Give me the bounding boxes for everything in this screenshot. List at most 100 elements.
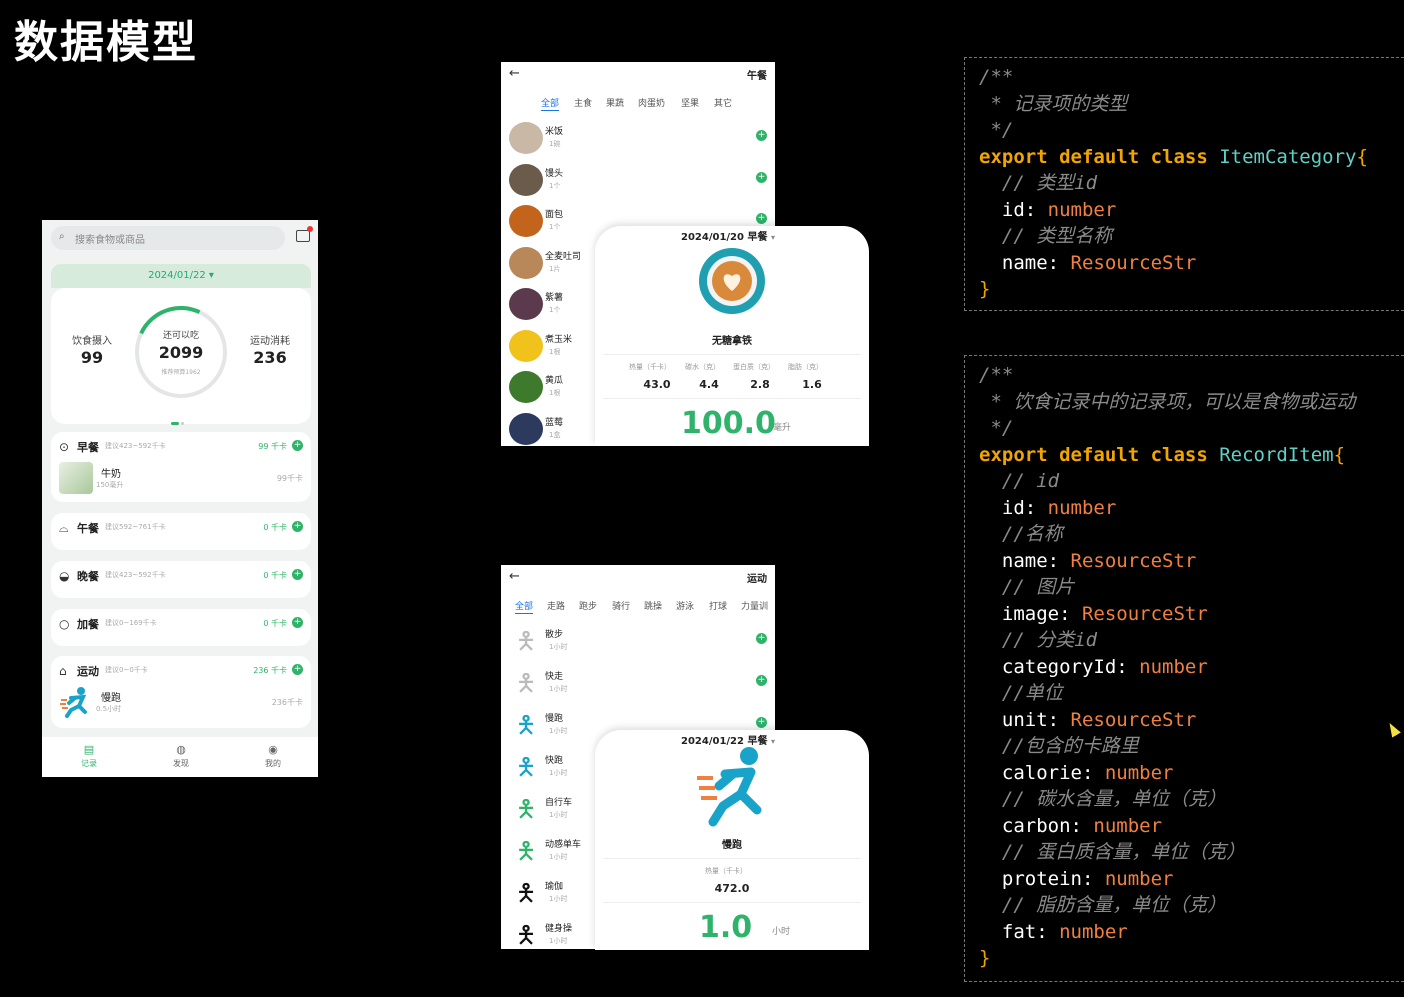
meal-name: 晚餐: [77, 570, 99, 583]
code-comment: // 图片: [979, 576, 1075, 598]
list-item-name[interactable]: 慢跑: [545, 711, 563, 724]
meal-lunch[interactable]: ⌓ 午餐 建议592~761千卡 0 千卡 +: [51, 513, 311, 550]
list-item-name[interactable]: 瑜伽: [545, 879, 563, 892]
category-tab[interactable]: 游泳: [676, 599, 694, 612]
page-indicator: [171, 410, 186, 429]
date-selector[interactable]: 2024/01/22 ▾: [51, 264, 311, 288]
list-item-name[interactable]: 馒头: [545, 166, 563, 179]
list-item-name[interactable]: 黄瓜: [545, 373, 563, 386]
sport-icon: ⌂: [59, 664, 67, 678]
code-type: ResourceStr: [1070, 708, 1197, 731]
category-tab[interactable]: 走路: [547, 599, 565, 612]
code-comment: // id: [979, 470, 1060, 492]
category-tab[interactable]: 打球: [709, 599, 727, 612]
nutrient-label: 蛋白质（克）: [733, 363, 775, 371]
nutrient-label: 碳水（克）: [685, 363, 720, 371]
milk-thumbnail: [59, 462, 93, 494]
back-arrow-icon[interactable]: ←: [509, 66, 520, 81]
code-class-name: RecordItem: [1219, 443, 1334, 466]
list-item-amount: 1碗: [549, 140, 561, 148]
breakfast-icon: ⊙: [59, 440, 70, 454]
category-tab[interactable]: 跑步: [579, 599, 597, 612]
list-item-name[interactable]: 快走: [545, 669, 563, 682]
jogging-icon: [60, 687, 87, 718]
code-field: name:: [979, 549, 1071, 572]
code-type: ResourceStr: [1081, 602, 1208, 625]
add-breakfast-button[interactable]: +: [292, 440, 303, 451]
meal-sport[interactable]: ⌂ 运动 建议0~0千卡 236 千卡 + 慢跑 0.5小时 236千卡: [51, 656, 311, 728]
item-amount: 0.5小时: [96, 705, 122, 713]
tab-label: 记录: [81, 759, 97, 768]
divider: [603, 902, 861, 903]
meal-name: 午餐: [77, 522, 99, 535]
category-tab[interactable]: 果蔬: [606, 96, 624, 109]
back-arrow-icon[interactable]: ←: [509, 569, 520, 584]
code-field: image:: [979, 602, 1082, 625]
add-dinner-button[interactable]: +: [292, 569, 303, 580]
code-field: id:: [979, 198, 1048, 221]
list-item-name[interactable]: 紫薯: [545, 290, 563, 303]
add-item-button[interactable]: +: [756, 213, 767, 224]
amount-value[interactable]: 100.0: [681, 406, 776, 441]
list-item-name[interactable]: 面包: [545, 207, 563, 220]
tab-discover[interactable]: ◍ 发现: [156, 743, 206, 769]
popup-date[interactable]: 2024/01/20 早餐 ▾: [681, 228, 775, 243]
tab-label: 我的: [265, 759, 281, 768]
list-item-amount: 1小时: [549, 727, 568, 735]
tab-record[interactable]: ▤ 记录: [64, 743, 114, 769]
slide-title: 数据模型: [14, 17, 198, 68]
category-tab[interactable]: 其它: [714, 96, 732, 109]
tab-mine[interactable]: ◉ 我的: [248, 743, 298, 769]
list-item-name[interactable]: 动感单车: [545, 837, 581, 850]
category-tab[interactable]: 主食: [574, 96, 592, 109]
add-snack-button[interactable]: +: [292, 617, 303, 628]
meal-snack[interactable]: ○ 加餐 建议0~169千卡 0 千卡 +: [51, 609, 311, 646]
food-thumbnail: [509, 412, 543, 445]
jogging-image: [697, 747, 762, 827]
food-thumbnail: [509, 205, 543, 237]
category-tab[interactable]: 全部: [515, 599, 534, 614]
list-item-amount: 1小时: [549, 853, 568, 861]
code-comment: // 类型名称: [979, 225, 1113, 247]
add-item-button[interactable]: +: [756, 633, 767, 644]
list-item-amount: 1根: [549, 347, 561, 356]
sport-icon: 🯅: [515, 669, 537, 697]
list-item-amount: 1个: [549, 306, 561, 314]
list-item-name[interactable]: 健身操: [545, 921, 572, 934]
category-tab[interactable]: 跳操: [644, 599, 662, 612]
category-tab[interactable]: 肉蛋奶: [638, 96, 665, 109]
user-icon: ◉: [268, 743, 278, 756]
list-item-name[interactable]: 散步: [545, 627, 563, 640]
add-item-button[interactable]: +: [756, 171, 767, 183]
category-tab[interactable]: 全部: [541, 96, 560, 111]
list-item-name[interactable]: 蓝莓: [545, 415, 563, 428]
category-tab[interactable]: 力量训: [741, 599, 768, 612]
search-input[interactable]: ⌕ 搜索食物或商品: [51, 226, 285, 250]
list-item-name[interactable]: 全麦吐司: [545, 249, 581, 262]
list-item-name[interactable]: 煮玉米: [545, 332, 572, 345]
sport-icon: 🯅: [515, 753, 537, 781]
meal-dinner[interactable]: ◒ 晚餐 建议423~592千卡 0 千卡 +: [51, 561, 311, 598]
add-lunch-button[interactable]: +: [292, 521, 303, 532]
code-type: number: [1139, 655, 1208, 678]
remain-label: 还可以吃: [162, 331, 199, 341]
sport-icon: 🯅: [515, 837, 537, 865]
add-sport-button[interactable]: +: [292, 664, 303, 675]
list-item-name[interactable]: 米饭: [545, 124, 563, 137]
meal-breakfast[interactable]: ⊙ 早餐 建议423~592千卡 99 千卡 + 牛奶 150毫升 99千卡: [51, 432, 311, 502]
burn-value: 236: [253, 348, 287, 367]
category-tab[interactable]: 骑行: [612, 599, 630, 612]
code-keyword: export default class: [979, 443, 1220, 466]
add-item-button[interactable]: +: [756, 675, 767, 686]
list-item-name[interactable]: 自行车: [545, 795, 572, 808]
mail-icon[interactable]: [296, 226, 313, 242]
remain-value: 2099: [158, 343, 204, 362]
add-item-button[interactable]: +: [756, 130, 767, 141]
add-item-button[interactable]: +: [756, 717, 767, 728]
amount-value[interactable]: 1.0: [699, 910, 752, 945]
category-tab[interactable]: 坚果: [681, 96, 699, 109]
list-item-name[interactable]: 快跑: [545, 753, 563, 766]
nutrient-value: 1.6: [802, 378, 822, 391]
snack-icon: ○: [59, 617, 70, 631]
meal-kcal: 236 千卡: [253, 666, 287, 675]
